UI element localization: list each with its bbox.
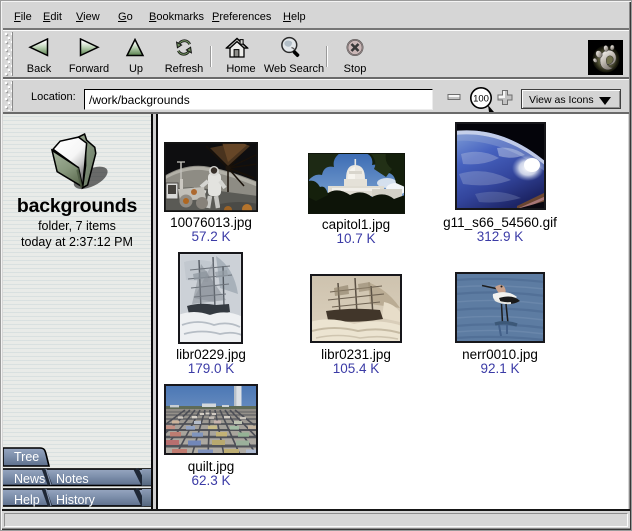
svg-text:100: 100 bbox=[473, 94, 489, 105]
